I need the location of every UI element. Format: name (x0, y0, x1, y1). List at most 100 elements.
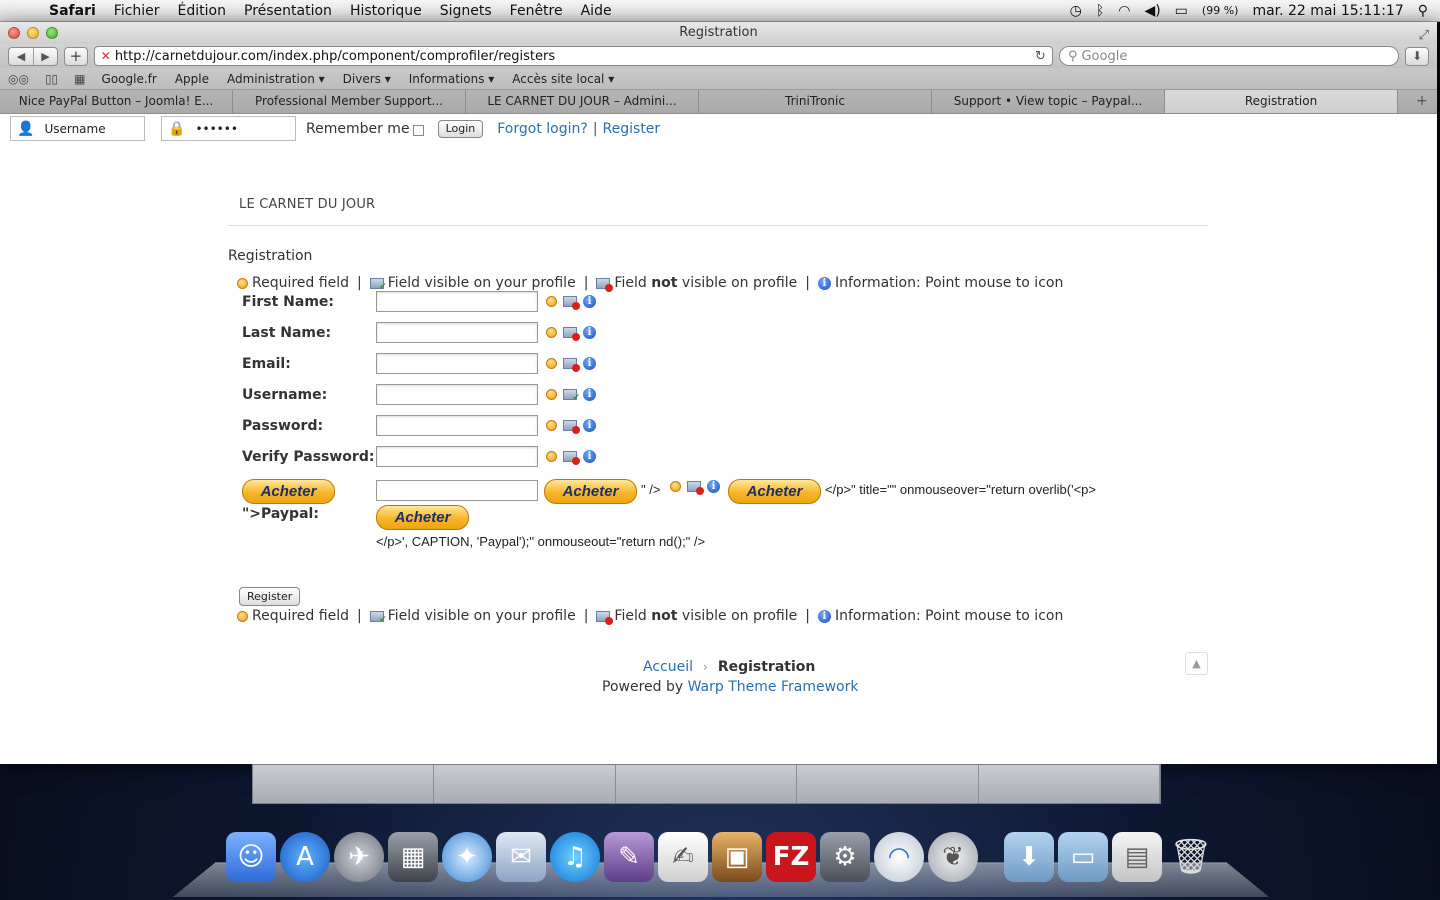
login-button[interactable]: Login (437, 119, 484, 138)
address-bar[interactable]: ✕ http://carnetdujour.com/index.php/comp… (93, 46, 1053, 66)
bookmark-administration[interactable]: Administration ▾ (227, 72, 325, 86)
battery-icon[interactable]: ▭ (1175, 3, 1188, 19)
menu-historique[interactable]: Historique (341, 3, 431, 19)
register-button[interactable]: Register (239, 587, 301, 606)
wifi-icon[interactable]: ◠ (1118, 3, 1130, 19)
volume-icon[interactable]: ◀) (1144, 3, 1160, 19)
paypal-buy-button[interactable]: Acheter (544, 479, 637, 504)
document-stack-icon[interactable]: ▤ (1112, 832, 1162, 882)
bookmark-informations[interactable]: Informations ▾ (409, 72, 495, 86)
trash-icon[interactable]: 🗑 (1166, 832, 1216, 882)
fullscreen-icon[interactable]: ⤢ (1419, 25, 1429, 47)
info-icon[interactable]: i (583, 357, 596, 370)
breadcrumb-current: Registration (717, 659, 816, 675)
legend-required: Required field (252, 608, 349, 624)
last-name-label: Last Name: (242, 324, 332, 341)
tab-registration[interactable]: Registration (1165, 90, 1398, 113)
bluetooth-icon[interactable]: ᛒ (1096, 3, 1104, 19)
paypal-buy-button[interactable]: Acheter (242, 479, 335, 504)
forward-button[interactable]: ▶ (33, 47, 57, 65)
menu-edition[interactable]: Édition (169, 3, 235, 19)
downloads-folder-icon[interactable]: ⬇ (1004, 832, 1054, 882)
minimize-window-button[interactable] (27, 27, 39, 39)
clock[interactable]: mar. 22 mai 15:11:17 (1252, 3, 1403, 19)
tab-support-paypal[interactable]: Support • View topic – Paypal... (932, 90, 1165, 113)
back-to-top-button[interactable]: ▲ (1185, 652, 1208, 675)
itunes-producer-icon[interactable]: ✎ (604, 832, 654, 882)
register-link[interactable]: Register (603, 121, 661, 137)
breadcrumb-home-link[interactable]: Accueil (643, 659, 693, 675)
info-icon[interactable]: i (583, 419, 596, 432)
menu-signets[interactable]: Signets (431, 3, 501, 19)
evernote-icon[interactable]: ❦ (928, 832, 978, 882)
paypal-buy-button[interactable]: Acheter (728, 479, 821, 504)
photo-booth-icon[interactable]: ▦ (388, 832, 438, 882)
search-field[interactable]: ⚲ Google (1058, 46, 1400, 66)
required-icon (546, 451, 557, 462)
first-name-input[interactable] (376, 291, 538, 312)
documents-folder-icon[interactable]: ▭ (1058, 832, 1108, 882)
reload-icon[interactable]: ↻ (1035, 49, 1046, 64)
bookmark-divers[interactable]: Divers ▾ (343, 72, 391, 86)
time-machine-icon[interactable]: ◷ (1070, 3, 1082, 19)
top-sites-grid-icon[interactable]: ▦ (74, 72, 85, 86)
spotlight-search-icon[interactable]: ⚲ (1418, 3, 1428, 19)
menu-fichier[interactable]: Fichier (105, 3, 169, 19)
itunes-icon[interactable]: ♫ (550, 832, 600, 882)
safari-icon[interactable]: ✦ (442, 832, 492, 882)
close-window-button[interactable] (8, 27, 20, 39)
menu-aide[interactable]: Aide (572, 3, 621, 19)
verify-password-field[interactable] (376, 446, 538, 467)
tab-nice-paypal[interactable]: Nice PayPal Button – Joomla! E... (0, 90, 233, 113)
paypal-buy-button[interactable]: Acheter (376, 505, 469, 530)
zoom-window-button[interactable] (46, 27, 58, 39)
email-input[interactable] (376, 353, 538, 374)
bookmark-apple[interactable]: Apple (175, 72, 209, 86)
iphoto-icon[interactable]: ▣ (712, 832, 762, 882)
menubar: Safari Fichier Édition Présentation Hist… (0, 0, 1440, 22)
username-field[interactable] (376, 384, 538, 405)
bookmarks-book-icon[interactable]: ▯▯ (45, 72, 58, 86)
system-preferences-icon[interactable]: ⚙ (820, 832, 870, 882)
bookmark-acces-site-local[interactable]: Accès site local ▾ (512, 72, 614, 86)
launchpad-icon[interactable]: ✈ (334, 832, 384, 882)
site-title[interactable]: LE CARNET DU JOUR (239, 197, 375, 212)
finder-icon[interactable]: ☺ (226, 832, 276, 882)
paypal-input[interactable] (376, 480, 538, 501)
info-icon[interactable]: i (583, 295, 596, 308)
remember-me-checkbox[interactable] (412, 124, 424, 136)
address-url[interactable]: http://carnetdujour.com/index.php/compon… (115, 49, 555, 64)
login-form: 👤 Username 🔒 •••••• Remember me Login Fo… (10, 116, 660, 141)
textedit-icon[interactable]: ✍ (658, 832, 708, 882)
tab-trinitronic[interactable]: TriniTronic (699, 90, 932, 113)
info-icon[interactable]: i (707, 480, 720, 493)
forgot-login-link[interactable]: Forgot login? (497, 121, 588, 137)
warp-framework-link[interactable]: Warp Theme Framework (688, 679, 859, 695)
info-icon[interactable]: i (583, 388, 596, 401)
tab-professional-member[interactable]: Professional Member Support... (233, 90, 466, 113)
info-icon[interactable]: i (817, 276, 831, 290)
last-name-input[interactable] (376, 322, 538, 343)
filezilla-icon[interactable]: FZ (766, 832, 816, 882)
password-input[interactable]: 🔒 •••••• (161, 116, 296, 141)
info-icon[interactable]: i (583, 326, 596, 339)
info-icon[interactable]: i (583, 450, 596, 463)
username-label: Username: (242, 386, 328, 403)
tab-carnet-admin[interactable]: LE CARNET DU JOUR – Admini... (466, 90, 699, 113)
menu-presentation[interactable]: Présentation (235, 3, 341, 19)
mail-icon[interactable]: ✉ (496, 832, 546, 882)
info-icon[interactable]: i (817, 609, 831, 623)
password-field[interactable] (376, 415, 538, 436)
menu-fenetre[interactable]: Fenêtre (501, 3, 572, 19)
back-button[interactable]: ◀ (9, 48, 33, 65)
add-bookmark-button[interactable]: + (64, 46, 88, 66)
bookmark-google[interactable]: Google.fr (102, 72, 157, 86)
required-icon (546, 358, 557, 369)
new-tab-button[interactable]: + (1407, 90, 1437, 113)
menu-app-safari[interactable]: Safari (40, 3, 105, 19)
downloads-button[interactable]: ⬇ (1405, 46, 1429, 66)
app-store-icon[interactable]: A (280, 832, 330, 882)
airport-utility-icon[interactable]: ◠ (874, 832, 924, 882)
reading-list-icon[interactable]: ◎◎ (8, 72, 29, 86)
username-input[interactable]: 👤 Username (10, 116, 145, 141)
